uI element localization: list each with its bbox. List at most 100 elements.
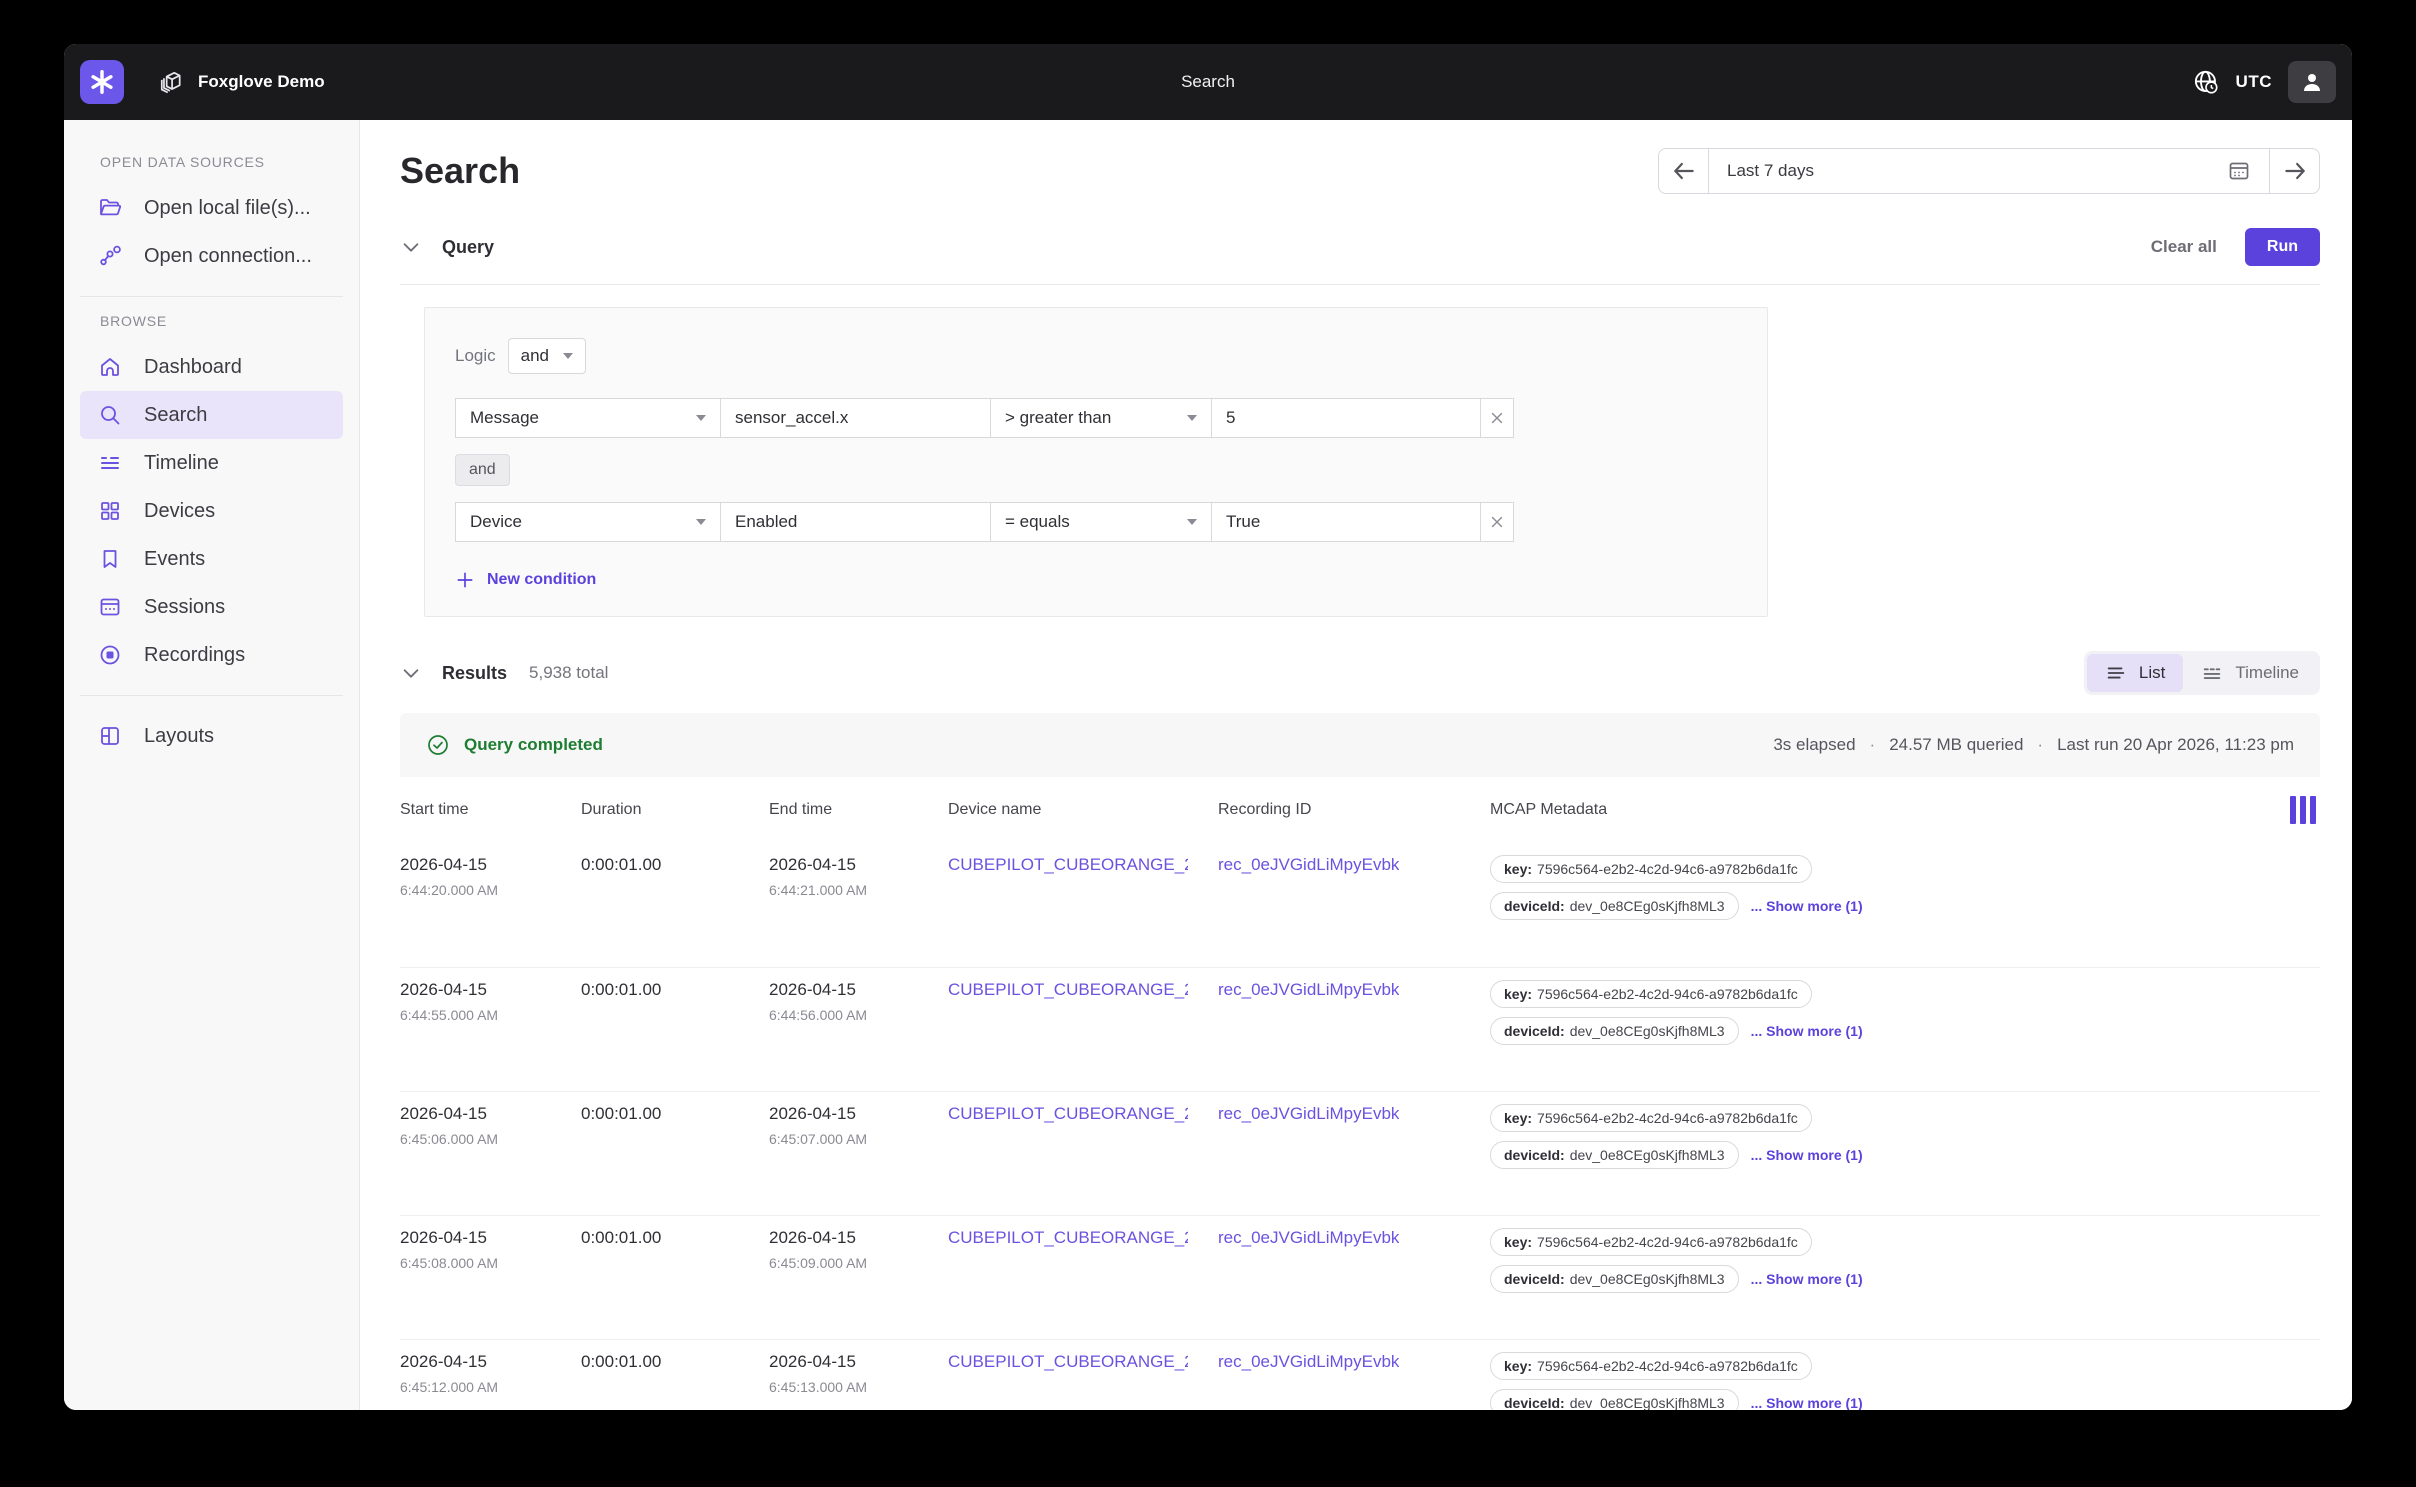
remove-condition-button[interactable]: [1480, 502, 1514, 542]
column-header-start-time[interactable]: Start time: [400, 801, 581, 819]
main-content: Search Last 7 days: [360, 120, 2352, 1410]
device-link[interactable]: CUBEPILOT_CUBEORANGE_2a: [948, 980, 1188, 1000]
condition-value-input[interactable]: 5: [1211, 398, 1481, 438]
columns-settings-icon[interactable]: [2290, 796, 2320, 824]
device-link[interactable]: CUBEPILOT_CUBEORANGE_2a: [948, 855, 1188, 875]
condition-field-select[interactable]: Message: [455, 398, 721, 438]
sidebar-item-open-local-files[interactable]: Open local file(s)...: [80, 184, 343, 232]
sidebar-item-sessions[interactable]: Sessions: [80, 583, 343, 631]
condition-field-select[interactable]: Device: [455, 502, 721, 542]
show-more-link[interactable]: ... Show more (1): [1751, 1023, 1863, 1039]
check-circle-icon: [426, 733, 450, 757]
logic-label: Logic: [455, 346, 496, 366]
start-time: 6:44:20.000 AM: [400, 882, 581, 898]
device-link[interactable]: CUBEPILOT_CUBEORANGE_2a: [948, 1352, 1188, 1372]
topbar: Foxglove Demo Search UTC: [64, 44, 2352, 120]
show-more-link[interactable]: ... Show more (1): [1751, 1147, 1863, 1163]
results-total: 5,938 total: [529, 663, 608, 683]
sidebar-divider: [80, 296, 343, 297]
caret-down-icon: [563, 353, 573, 359]
bookmark-icon: [98, 547, 122, 571]
condition-value-input[interactable]: True: [1211, 502, 1481, 542]
foxglove-asterisk-icon: [89, 69, 115, 95]
table-row: 2026-04-15 6:44:20.000 AM 0:00:01.00 202…: [400, 843, 2320, 967]
results-table-header: Start time Duration End time Device name…: [400, 777, 2320, 843]
logic-select[interactable]: and: [508, 338, 586, 374]
start-time: 6:45:06.000 AM: [400, 1131, 581, 1147]
timeline-view-icon: [2201, 662, 2223, 684]
sidebar-item-open-connection[interactable]: Open connection...: [80, 232, 343, 280]
topbar-page-title: Search: [1181, 72, 1235, 92]
condition-row-2: Device Enabled = equals True: [455, 502, 1737, 542]
metadata-key-chip: key:7596c564-e2b2-4c2d-94c6-a9782b6da1fc: [1490, 1104, 1812, 1132]
device-link[interactable]: CUBEPILOT_CUBEORANGE_2a: [948, 1104, 1188, 1124]
view-toggle-timeline[interactable]: Timeline: [2183, 654, 2317, 692]
sidebar-item-label: Search: [144, 404, 207, 427]
condition-operator-select[interactable]: > greater than: [990, 398, 1212, 438]
query-status-message: Query completed: [464, 735, 603, 755]
column-header-recording-id[interactable]: Recording ID: [1218, 801, 1490, 819]
condition-property-input[interactable]: sensor_accel.x: [720, 398, 991, 438]
query-title: Query: [442, 237, 494, 258]
sidebar-item-label: Open local file(s)...: [144, 197, 311, 220]
caret-down-icon: [1187, 519, 1197, 525]
avatar[interactable]: [2288, 61, 2336, 103]
metadata-deviceid-chip: deviceId:dev_0e8CEg0sKjfh8ML3: [1490, 892, 1739, 920]
foxglove-logo-button[interactable]: [80, 60, 124, 104]
date-range-prev-button[interactable]: [1659, 149, 1709, 193]
metadata-key-chip: key:7596c564-e2b2-4c2d-94c6-a9782b6da1fc: [1490, 855, 1812, 883]
column-header-mcap-metadata[interactable]: MCAP Metadata: [1490, 801, 2290, 819]
show-more-link[interactable]: ... Show more (1): [1751, 1271, 1863, 1287]
timezone-label[interactable]: UTC: [2236, 72, 2272, 92]
sidebar-item-dashboard[interactable]: Dashboard: [80, 343, 343, 391]
chevron-down-icon[interactable]: [400, 236, 422, 258]
device-link[interactable]: CUBEPILOT_CUBEORANGE_2a: [948, 1228, 1188, 1248]
end-date: 2026-04-15: [769, 1352, 948, 1372]
user-icon: [2300, 70, 2324, 94]
sidebar-item-layouts[interactable]: Layouts: [80, 712, 343, 760]
recording-link[interactable]: rec_0eJVGidLiMpyEvbk: [1218, 1104, 1399, 1124]
plus-icon: [455, 570, 475, 590]
arrow-left-icon: [1671, 158, 1697, 184]
show-more-link[interactable]: ... Show more (1): [1751, 1395, 1863, 1410]
duration: 0:00:01.00: [581, 1104, 769, 1124]
view-toggle-list[interactable]: List: [2087, 654, 2183, 692]
sidebar-item-label: Timeline: [144, 452, 219, 475]
duration: 0:00:01.00: [581, 980, 769, 1000]
start-date: 2026-04-15: [400, 980, 581, 1000]
sidebar-item-label: Dashboard: [144, 356, 242, 379]
remove-condition-button[interactable]: [1480, 398, 1514, 438]
new-condition-button[interactable]: New condition: [455, 570, 1737, 590]
sidebar-item-timeline[interactable]: Timeline: [80, 439, 343, 487]
chevron-down-icon[interactable]: [400, 662, 422, 684]
duration: 0:00:01.00: [581, 1228, 769, 1248]
recording-link[interactable]: rec_0eJVGidLiMpyEvbk: [1218, 1352, 1399, 1372]
clear-all-button[interactable]: Clear all: [2151, 237, 2217, 257]
timezone-globe-clock-icon[interactable]: [2192, 68, 2220, 96]
end-date: 2026-04-15: [769, 980, 948, 1000]
run-button[interactable]: Run: [2245, 228, 2320, 266]
caret-down-icon: [696, 519, 706, 525]
show-more-link[interactable]: ... Show more (1): [1751, 898, 1863, 914]
start-date: 2026-04-15: [400, 1228, 581, 1248]
sidebar-item-label: Open connection...: [144, 245, 312, 268]
date-range-input[interactable]: Last 7 days: [1709, 149, 2269, 193]
column-header-end-time[interactable]: End time: [769, 801, 948, 819]
recording-link[interactable]: rec_0eJVGidLiMpyEvbk: [1218, 980, 1399, 1000]
sidebar-item-search[interactable]: Search: [80, 391, 343, 439]
last-run-stat: Last run 20 Apr 2026, 11:23 pm: [2057, 735, 2294, 755]
condition-property-input[interactable]: Enabled: [720, 502, 991, 542]
logic-value: and: [521, 346, 549, 366]
query-status-bar: Query completed 3s elapsed · 24.57 MB qu…: [400, 713, 2320, 777]
recording-link[interactable]: rec_0eJVGidLiMpyEvbk: [1218, 855, 1399, 875]
column-header-device-name[interactable]: Device name: [948, 801, 1218, 819]
start-time: 6:44:55.000 AM: [400, 1007, 581, 1023]
org-switcher[interactable]: Foxglove Demo: [158, 69, 325, 95]
column-header-duration[interactable]: Duration: [581, 801, 769, 819]
date-range-next-button[interactable]: [2269, 149, 2319, 193]
recording-link[interactable]: rec_0eJVGidLiMpyEvbk: [1218, 1228, 1399, 1248]
sidebar-item-devices[interactable]: Devices: [80, 487, 343, 535]
sidebar-item-recordings[interactable]: Recordings: [80, 631, 343, 679]
sidebar-item-events[interactable]: Events: [80, 535, 343, 583]
condition-operator-select[interactable]: = equals: [990, 502, 1212, 542]
